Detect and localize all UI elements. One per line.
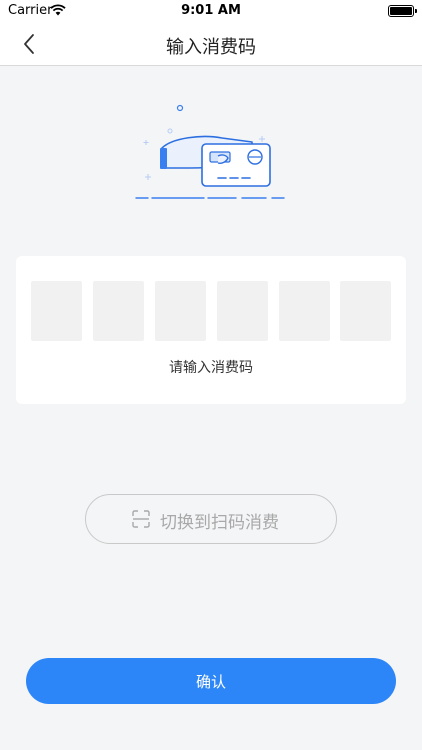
- navigation-bar: 输入消费码: [0, 22, 422, 66]
- switch-to-scan-button[interactable]: 切换到扫码消费: [85, 494, 337, 544]
- code-input-hint: 请输入消费码: [169, 360, 253, 376]
- page-title: 输入消费码: [166, 37, 256, 58]
- switch-to-scan-label: 切换到扫码消费: [160, 513, 279, 533]
- scan-icon: [132, 510, 150, 528]
- hand-holding-card-icon: [135, 104, 285, 199]
- code-input-card: 请输入消费码: [16, 256, 406, 404]
- battery-icon: [388, 5, 417, 17]
- code-digit-box-4[interactable]: [217, 281, 268, 341]
- code-digit-box-3[interactable]: [155, 281, 206, 341]
- code-boxes[interactable]: [31, 281, 391, 341]
- status-bar: Carrier 9:01 AM: [0, 0, 422, 22]
- code-digit-box-1[interactable]: [31, 281, 82, 341]
- code-digit-box-2[interactable]: [93, 281, 144, 341]
- code-digit-box-5[interactable]: [279, 281, 330, 341]
- confirm-button-label: 确认: [195, 673, 226, 691]
- clock: 9:01 AM: [181, 3, 241, 18]
- confirm-button[interactable]: 确认: [26, 658, 396, 704]
- code-digit-box-6[interactable]: [340, 281, 391, 341]
